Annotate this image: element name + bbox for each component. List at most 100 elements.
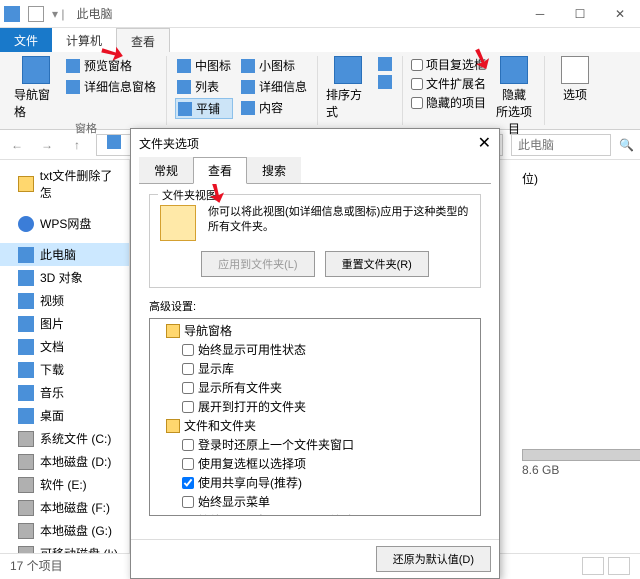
small-icons-button[interactable]: 小图标: [239, 56, 309, 75]
sidebar-item[interactable]: 可移动磁盘 (I:): [0, 542, 129, 553]
sort-button[interactable]: 排序方式: [326, 56, 370, 125]
sidebar-item[interactable]: 本地磁盘 (F:): [0, 496, 129, 519]
sidebar-item[interactable]: 系统文件 (C:): [0, 427, 129, 450]
sidebar-item-thispc[interactable]: 此电脑: [0, 243, 129, 266]
up-button[interactable]: ↑: [66, 134, 88, 156]
drive-icon: [18, 454, 34, 470]
tree-check[interactable]: 登录时还原上一个文件夹窗口: [152, 435, 478, 454]
folder-icon: [166, 419, 180, 433]
sidebar-item[interactable]: 本地磁盘 (G:): [0, 519, 129, 542]
tree-checkbox[interactable]: [182, 477, 194, 489]
tree-checkbox[interactable]: [182, 458, 194, 470]
downloads-icon: [18, 362, 34, 378]
addcol-button[interactable]: [376, 56, 394, 72]
sidebar-item[interactable]: 视频: [0, 289, 129, 312]
restore-defaults-button[interactable]: 还原为默认值(D): [376, 546, 491, 572]
sidebar-item[interactable]: 本地磁盘 (D:): [0, 450, 129, 473]
sidebar-item[interactable]: txt文件删除了怎: [0, 164, 129, 204]
sidebar-item[interactable]: 软件 (E:): [0, 473, 129, 496]
tree-checkbox[interactable]: [182, 344, 194, 356]
sidebar-item[interactable]: 文档: [0, 335, 129, 358]
minimize-button[interactable]: ─: [520, 0, 560, 28]
close-button[interactable]: ✕: [600, 0, 640, 28]
tree-checkbox[interactable]: [182, 401, 194, 413]
chk-hidden[interactable]: 隐藏的项目: [411, 94, 486, 111]
tiles-button[interactable]: 平铺: [175, 98, 233, 119]
dlg-tab-view[interactable]: 查看: [193, 157, 247, 184]
tree-checkbox[interactable]: [182, 439, 194, 451]
details-view-button[interactable]: 详细信息: [239, 77, 309, 96]
smicon-icon: [241, 59, 255, 73]
folder-view-text: 你可以将此视图(如详细信息或图标)应用于这种类型的所有文件夹。: [208, 205, 470, 241]
drive-size: 8.6 GB: [522, 461, 628, 479]
dialog-close-button[interactable]: ✕: [478, 133, 491, 153]
list-button[interactable]: 列表: [175, 77, 233, 96]
desktop-icon: [18, 408, 34, 424]
sidebar-item[interactable]: 音乐: [0, 381, 129, 404]
sidebar-item[interactable]: 图片: [0, 312, 129, 335]
details-icon: [66, 80, 80, 94]
preview-pane-button[interactable]: 预览窗格: [64, 56, 158, 75]
search-input[interactable]: [511, 134, 611, 156]
sidebar-item[interactable]: 下载: [0, 358, 129, 381]
tree-checkbox[interactable]: [182, 382, 194, 394]
item-count: 17 个项目: [10, 557, 63, 574]
preview-icon: [66, 59, 80, 73]
size-button[interactable]: [376, 74, 394, 90]
tab-computer[interactable]: 计算机: [52, 28, 116, 52]
tree-folder[interactable]: 文件和文件夹: [152, 416, 478, 435]
tree-checkbox[interactable]: [182, 496, 194, 508]
ribbon: 导航窗格 预览窗格 详细信息窗格 窗格 中图标 列表 平铺 小图标 详细信息 内…: [0, 52, 640, 130]
sidebar-item[interactable]: 桌面: [0, 404, 129, 427]
sidebar: txt文件删除了怎 WPS网盘 此电脑 3D 对象 视频 图片 文档 下载 音乐…: [0, 160, 130, 553]
view-large-button[interactable]: [608, 557, 630, 575]
search-icon[interactable]: 🔍: [619, 138, 634, 152]
chk-extensions[interactable]: 文件扩展名: [411, 75, 486, 92]
nav-pane-button[interactable]: 导航窗格: [14, 56, 58, 120]
tree-checkbox[interactable]: [182, 515, 194, 517]
tree-check[interactable]: 始终显示菜单: [152, 492, 478, 511]
back-button[interactable]: ←: [6, 134, 28, 156]
window-title: 此电脑: [76, 5, 112, 22]
sidebar-item[interactable]: WPS网盘: [0, 212, 129, 235]
apply-to-folders-button[interactable]: 应用到文件夹(L): [201, 251, 314, 277]
tab-file[interactable]: 文件: [0, 28, 52, 52]
drive-icon: [18, 500, 34, 516]
folder-view-group: 文件夹视图 你可以将此视图(如详细信息或图标)应用于这种类型的所有文件夹。 应用…: [149, 194, 481, 288]
tree-check[interactable]: 显示库: [152, 359, 478, 378]
video-icon: [18, 293, 34, 309]
app-icon: [4, 6, 20, 22]
tree-folder[interactable]: 导航窗格: [152, 321, 478, 340]
chk-checkboxes[interactable]: 项目复选框: [411, 56, 486, 73]
forward-button[interactable]: →: [36, 134, 58, 156]
medium-icons-button[interactable]: 中图标: [175, 56, 233, 75]
dialog-title: 文件夹选项: [139, 135, 199, 152]
folder-view-icon: [160, 205, 196, 241]
dialog-footer: 还原为默认值(D): [131, 539, 499, 578]
3d-icon: [18, 270, 34, 286]
qat-icon[interactable]: [28, 6, 44, 22]
tree-check[interactable]: 使用复选框以选择项: [152, 454, 478, 473]
tree-checkbox[interactable]: [182, 363, 194, 375]
maximize-button[interactable]: ☐: [560, 0, 600, 28]
sidebar-item[interactable]: 3D 对象: [0, 266, 129, 289]
tiles-icon: [178, 102, 192, 116]
details-pane-button[interactable]: 详细信息窗格: [64, 77, 158, 96]
advanced-tree[interactable]: 导航窗格始终显示可用性状态显示库显示所有文件夹展开到打开的文件夹文件和文件夹登录…: [149, 318, 481, 516]
view-details-button[interactable]: [582, 557, 604, 575]
tree-check[interactable]: 显示所有文件夹: [152, 378, 478, 397]
tree-check[interactable]: 始终显示可用性状态: [152, 340, 478, 359]
drive-icon: [18, 477, 34, 493]
pc-icon: [107, 135, 121, 149]
tree-check[interactable]: 展开到打开的文件夹: [152, 397, 478, 416]
dlg-tab-search[interactable]: 搜索: [247, 157, 301, 184]
reset-folders-button[interactable]: 重置文件夹(R): [325, 251, 429, 277]
dlg-tab-general[interactable]: 常规: [139, 157, 193, 184]
hide-selected-button[interactable]: 隐藏 所选项目: [492, 56, 536, 137]
tab-view[interactable]: 查看: [116, 28, 170, 52]
content-button[interactable]: 内容: [239, 98, 309, 117]
tree-check[interactable]: 使用共享向导(推荐): [152, 473, 478, 492]
drive-icon: [18, 523, 34, 539]
tree-check[interactable]: 始终显示图标，从不显示缩略图: [152, 511, 478, 516]
options-button[interactable]: 选项: [553, 56, 597, 125]
